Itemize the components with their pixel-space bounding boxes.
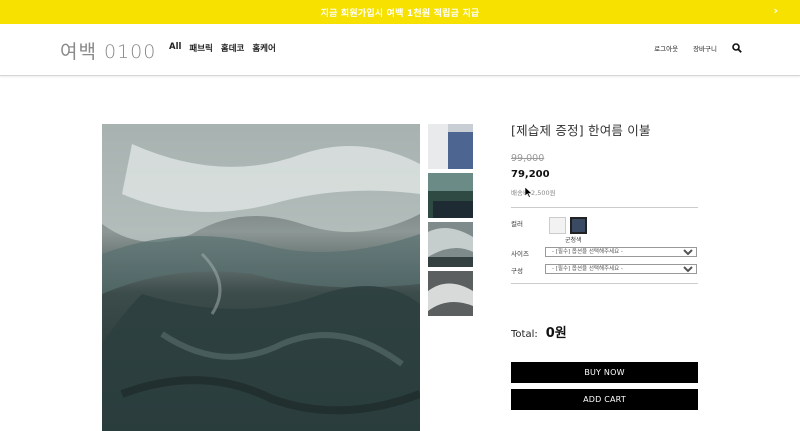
thumbnail-4[interactable] <box>428 271 473 316</box>
original-price: 99,000 <box>511 153 545 164</box>
size-label: 사이즈 <box>511 250 529 258</box>
set-label: 구성 <box>511 267 523 275</box>
total-label: Total: <box>511 329 538 340</box>
swatch-navy[interactable] <box>570 217 587 234</box>
size-option: 사이즈 - [필수] 옵션을 선택해주세요 - <box>511 247 698 258</box>
search-icon[interactable] <box>732 43 742 53</box>
thumbnail-2[interactable] <box>428 173 473 218</box>
swatch-white[interactable] <box>549 217 566 234</box>
sale-price: 79,200 <box>511 169 550 180</box>
logout-link[interactable]: 로그아웃 <box>654 43 678 53</box>
main-nav: All 패브릭 홈데코 홈케어 <box>169 42 276 54</box>
site-header: 여백 0100 All 패브릭 홈데코 홈케어 로그아웃 장바구니 <box>0 24 800 76</box>
product-title: [제습제 증정] 한여름 이불 <box>511 123 651 138</box>
thumbnail-1[interactable] <box>428 124 473 169</box>
promo-banner: 지금 회원가입시 여백 1천원 적립금 지급 › <box>0 0 800 24</box>
total-row: Total: 0원 <box>511 322 567 341</box>
nav-item-all[interactable]: All <box>169 42 181 54</box>
selected-color-name: 군청색 <box>565 237 582 244</box>
size-select[interactable]: - [필수] 옵션을 선택해주세요 - <box>545 247 697 257</box>
thumbnail-list <box>428 124 473 316</box>
buy-now-button[interactable]: BUY NOW <box>511 362 698 383</box>
product-main-image <box>102 124 420 431</box>
divider <box>511 283 698 284</box>
color-swatches <box>545 217 587 234</box>
utility-nav: 로그아웃 장바구니 <box>654 43 742 53</box>
nav-item-homedeco[interactable]: 홈데코 <box>221 42 244 54</box>
divider <box>511 207 698 208</box>
promo-next-icon[interactable]: › <box>773 4 778 17</box>
set-select[interactable]: - [필수] 옵션을 선택해주세요 - <box>545 264 697 274</box>
shipping-fee: 배송비 2,500원 <box>511 189 556 197</box>
add-cart-button[interactable]: ADD CART <box>511 389 698 410</box>
color-label: 컬러 <box>511 220 523 228</box>
mouse-cursor-icon <box>524 183 533 202</box>
product-info: [제습제 증정] 한여름 이불 99,000 79,200 배송비 2,500원… <box>511 120 698 284</box>
nav-item-fabric[interactable]: 패브릭 <box>189 42 212 54</box>
promo-text: 지금 회원가입시 여백 1천원 적립금 지급 <box>320 8 480 19</box>
thumbnail-3[interactable] <box>428 222 473 267</box>
color-option: 컬러 <box>511 217 698 234</box>
set-option: 구성 - [필수] 옵션을 선택해주세요 - <box>511 264 698 275</box>
total-value: 0원 <box>545 326 567 341</box>
nav-item-homecare[interactable]: 홈케어 <box>252 42 275 54</box>
cart-link[interactable]: 장바구니 <box>693 43 717 53</box>
site-logo[interactable]: 여백 0100 <box>60 37 156 64</box>
